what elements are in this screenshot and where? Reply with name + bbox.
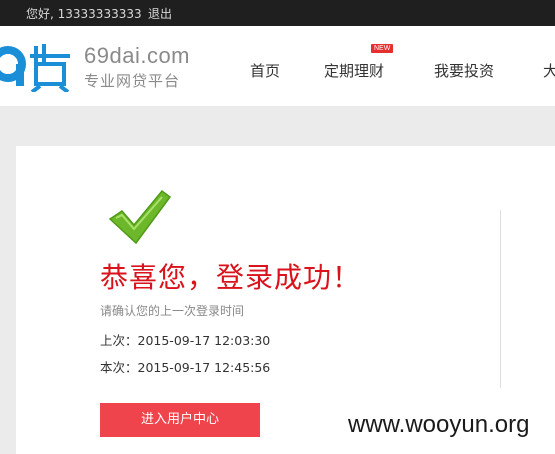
nav-home[interactable]: 首页 bbox=[250, 60, 280, 81]
last-login-time: 上次：2015-09-17 12:03:30 bbox=[100, 333, 271, 348]
top-bar: 您好, 13333333333 退出 bbox=[0, 0, 555, 26]
panel-divider bbox=[500, 210, 501, 388]
site-header: 69dai.com 专业网贷平台 首页 定期理财 NEW 我要投资 大 bbox=[0, 26, 555, 106]
user-greeting: 您好, 13333333333 bbox=[26, 7, 142, 21]
logo-domain: 69dai.com bbox=[84, 43, 191, 68]
confirm-last-login-text: 请确认您的上一次登录时间 bbox=[100, 304, 245, 318]
nav-fixed-finance[interactable]: 定期理财 bbox=[324, 60, 384, 81]
logo-icon[interactable] bbox=[0, 42, 80, 92]
logo-tagline: 专业网贷平台 bbox=[84, 72, 181, 90]
enter-user-center-button[interactable]: 进入用户中心 bbox=[100, 403, 260, 437]
success-title: 恭喜您，登录成功！ bbox=[100, 261, 362, 294]
nav-more[interactable]: 大 bbox=[543, 60, 555, 81]
new-badge: NEW bbox=[371, 44, 394, 53]
current-login-time: 本次：2015-09-17 12:45:56 bbox=[100, 360, 271, 375]
logout-link[interactable]: 退出 bbox=[148, 5, 172, 22]
nav-invest[interactable]: 我要投资 bbox=[434, 60, 494, 81]
checkmark-icon bbox=[108, 189, 172, 245]
watermark: www.wooyun.org bbox=[340, 403, 555, 447]
